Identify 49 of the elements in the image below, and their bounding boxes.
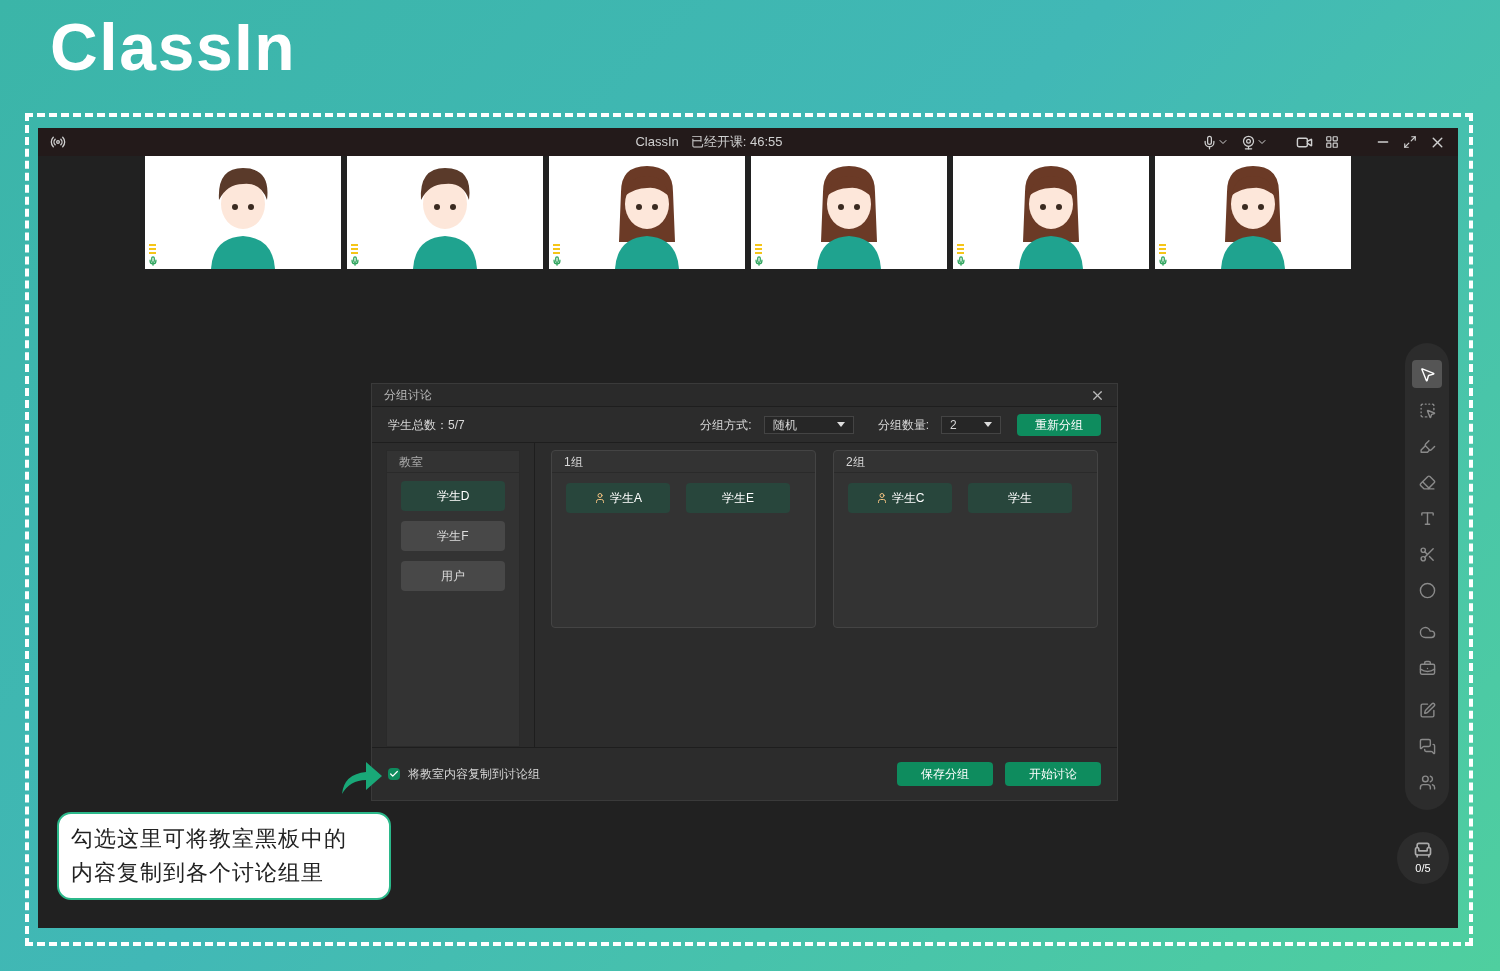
microphone-icon <box>350 256 360 266</box>
save-groups-button[interactable]: 保存分组 <box>897 762 993 787</box>
count-dropdown[interactable]: 2 <box>941 415 1001 434</box>
dialog-title: 分组讨论 <box>384 387 432 405</box>
method-label: 分组方式: <box>700 416 752 434</box>
microphone-icon <box>1158 256 1168 266</box>
start-discussion-button[interactable]: 开始讨论 <box>1005 762 1101 787</box>
maximize-icon[interactable] <box>1403 135 1417 149</box>
camera-button[interactable] <box>1241 134 1268 150</box>
student-chip[interactable]: 学生D <box>401 481 505 512</box>
volume-meter-icon <box>149 244 156 254</box>
count-label: 分组数量: <box>877 416 929 434</box>
dropdown-caret-icon <box>984 422 992 428</box>
student-chip[interactable]: 学生C <box>848 483 952 514</box>
classin-logo: ClassIn <box>50 14 297 80</box>
student-total: 学生总数：5/7 <box>388 416 466 434</box>
microphone-icon <box>1202 134 1217 150</box>
webcam-icon <box>1241 134 1256 150</box>
microphone-button[interactable] <box>1202 134 1229 150</box>
grid-icon[interactable] <box>1325 135 1339 149</box>
volume-meter-icon <box>553 244 560 254</box>
broadcast-icon <box>50 134 66 150</box>
callout-text: 内容复制到各个讨论组里 <box>71 860 325 886</box>
volume-meter-icon <box>755 244 762 254</box>
student-chip[interactable]: 学生E <box>686 483 790 514</box>
microphone-icon <box>552 256 562 266</box>
app-title: ClassIn <box>635 133 679 152</box>
callout-text: 勾选这里可将教室黑板中的 <box>71 826 348 852</box>
dropdown-caret-icon <box>836 422 845 428</box>
microphone-icon <box>148 256 158 266</box>
group-title: 1组 <box>552 451 815 474</box>
class-timer: 已经开课: 46:55 <box>690 133 783 152</box>
group-title: 2组 <box>834 451 1097 474</box>
copy-checkbox[interactable] <box>388 768 400 781</box>
volume-meter-icon <box>1159 244 1166 254</box>
classroom-title: 教室 <box>387 451 519 474</box>
student-chip[interactable]: 学生A <box>566 483 670 514</box>
student-chip[interactable]: 学生F <box>401 521 505 552</box>
microphone-icon <box>956 256 966 266</box>
student-chip[interactable]: 学生 <box>968 483 1072 514</box>
microphone-icon <box>754 256 764 266</box>
curved-arrow-icon <box>340 760 382 794</box>
student-chip[interactable]: 用户 <box>401 561 505 592</box>
volume-meter-icon <box>957 244 964 254</box>
volume-meter-icon <box>351 244 358 254</box>
copy-option-label: 将教室内容复制到讨论组 <box>408 766 541 784</box>
method-dropdown[interactable]: 随机 <box>763 415 854 434</box>
pointer-icon[interactable] <box>1412 360 1442 388</box>
regroup-button[interactable]: 重新分组 <box>1017 413 1101 436</box>
